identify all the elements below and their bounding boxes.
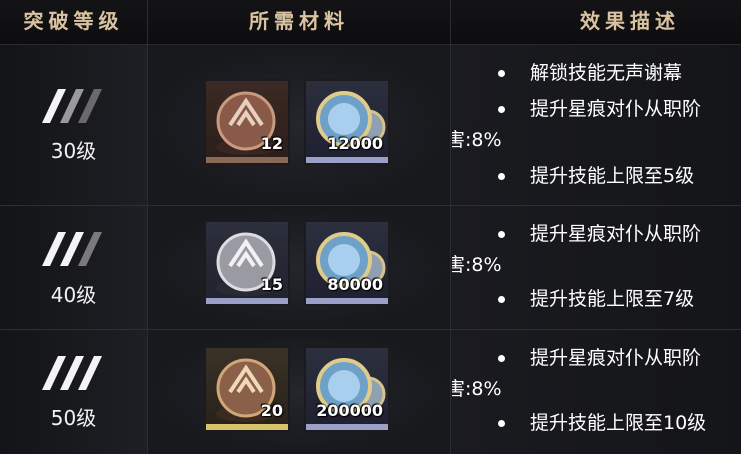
item-quantity: 20 bbox=[260, 401, 283, 420]
column-divider bbox=[450, 0, 451, 454]
material-slot[interactable]: 80000 bbox=[304, 220, 390, 306]
level-label: 40级 bbox=[50, 283, 97, 307]
breakthrough-badge-icon bbox=[42, 89, 102, 123]
item-quantity: 15 bbox=[260, 275, 283, 294]
effect-line: 提升星痕对仆从职阶 bbox=[530, 347, 702, 369]
header-level: 突破等级 bbox=[23, 9, 124, 33]
table-row: 50级 20 200000 提升星痕对仆从职阶 害:8% 提升技能上限至10级 bbox=[0, 330, 741, 454]
effect-line: 害:8% bbox=[452, 254, 502, 276]
header-effect: 效果描述 bbox=[580, 9, 680, 33]
material-slot[interactable]: 12000 bbox=[304, 79, 390, 165]
effect-description: 提升星痕对仆从职阶 害:8% 提升技能上限至7级 bbox=[452, 220, 741, 314]
material-slot[interactable]: 15 bbox=[204, 220, 290, 306]
effect-description: 提升星痕对仆从职阶 害:8% 提升技能上限至10级 bbox=[452, 344, 741, 438]
table-header: 突破等级 所需材料 效果描述 bbox=[0, 0, 741, 45]
column-divider bbox=[147, 0, 148, 454]
effect-line: 提升技能上限至7级 bbox=[530, 288, 695, 310]
item-quantity: 12000 bbox=[327, 134, 383, 153]
item-quantity: 12 bbox=[260, 134, 283, 153]
effect-line: 提升星痕对仆从职阶 bbox=[530, 223, 702, 245]
header-materials: 所需材料 bbox=[249, 9, 349, 33]
level-label: 30级 bbox=[50, 139, 97, 163]
level-label: 50级 bbox=[50, 406, 97, 430]
effect-description: 解锁技能无声谢幕 提升星痕对仆从职阶 害:8% 提升技能上限至5级 bbox=[452, 59, 741, 191]
material-slot[interactable]: 200000 bbox=[304, 346, 390, 432]
item-quantity: 80000 bbox=[327, 275, 383, 294]
material-slot[interactable]: 20 bbox=[204, 346, 290, 432]
effect-line: 害:8% bbox=[452, 378, 502, 400]
effect-line: 提升技能上限至5级 bbox=[530, 165, 695, 187]
effect-line: 提升星痕对仆从职阶 bbox=[530, 98, 702, 120]
breakthrough-badge-icon bbox=[42, 356, 102, 390]
table-row: 40级 15 80000 提升星痕对仆从职阶 害:8% 提升技能上限至7级 bbox=[0, 206, 741, 330]
effect-line: 害:8% bbox=[452, 129, 502, 151]
table-row: 30级 12 12000 解锁技能无声谢幕 提升星痕对仆从职阶 害:8% 提升技… bbox=[0, 45, 741, 206]
material-slot[interactable]: 12 bbox=[204, 79, 290, 165]
item-quantity: 200000 bbox=[316, 401, 383, 420]
effect-line: 提升技能上限至10级 bbox=[530, 412, 707, 434]
breakthrough-badge-icon bbox=[42, 232, 102, 266]
effect-line: 解锁技能无声谢幕 bbox=[530, 62, 683, 84]
